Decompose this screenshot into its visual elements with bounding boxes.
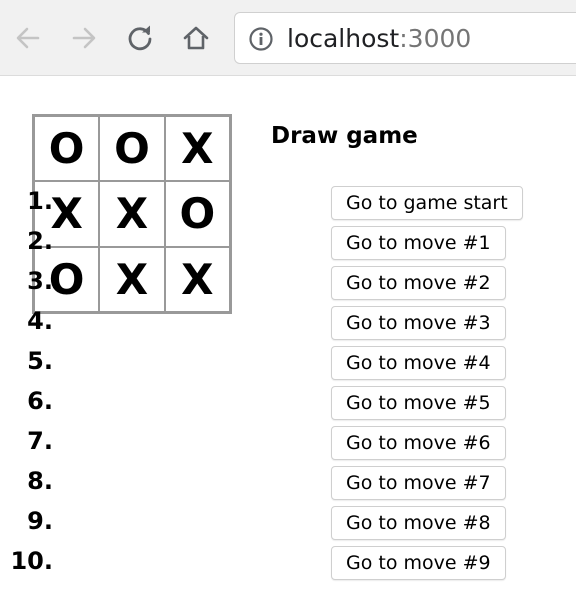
home-button[interactable] <box>176 18 216 58</box>
go-to-move-3-button[interactable]: Go to move #3 <box>331 306 506 340</box>
back-button[interactable] <box>8 18 48 58</box>
move-number: 5. <box>27 347 53 375</box>
move-number: 6. <box>27 387 53 415</box>
go-to-move-7-button[interactable]: Go to move #7 <box>331 466 506 500</box>
move-number: 2. <box>27 227 53 255</box>
board-square[interactable]: X <box>164 246 230 312</box>
home-icon <box>183 26 209 50</box>
board-square[interactable]: O <box>99 116 165 182</box>
browser-toolbar: localhost:3000 <box>0 0 576 76</box>
board-square[interactable]: O <box>34 116 100 182</box>
move-number: 8. <box>27 467 53 495</box>
go-to-move-6-button[interactable]: Go to move #6 <box>331 426 506 460</box>
board-square[interactable]: X <box>99 246 165 312</box>
address-url: localhost:3000 <box>287 24 471 54</box>
move-number: 1. <box>27 187 53 215</box>
move-number: 7. <box>27 427 53 455</box>
game-status: Draw game <box>271 123 418 149</box>
move-number: 3. <box>27 267 53 295</box>
address-host: localhost <box>287 24 400 53</box>
go-to-move-4-button[interactable]: Go to move #4 <box>331 346 506 380</box>
move-number: 9. <box>27 507 53 535</box>
move-number: 4. <box>27 307 53 335</box>
go-to-move-1-button[interactable]: Go to move #1 <box>331 226 506 260</box>
game-board: O O X X X O O X X <box>32 114 232 314</box>
go-to-move-5-button[interactable]: Go to move #5 <box>331 386 506 420</box>
reload-button[interactable] <box>120 18 160 58</box>
forward-arrow-icon <box>72 27 96 49</box>
board-square[interactable]: O <box>164 181 230 247</box>
back-arrow-icon <box>16 27 40 49</box>
board-square[interactable]: X <box>164 116 230 182</box>
go-to-game-start-button[interactable]: Go to game start <box>331 186 523 220</box>
address-port: :3000 <box>399 24 472 53</box>
info-icon[interactable] <box>248 26 274 52</box>
board-square[interactable]: X <box>99 181 165 247</box>
address-bar[interactable]: localhost:3000 <box>234 12 576 64</box>
go-to-move-2-button[interactable]: Go to move #2 <box>331 266 506 300</box>
go-to-move-8-button[interactable]: Go to move #8 <box>331 506 506 540</box>
forward-button[interactable] <box>64 18 104 58</box>
go-to-move-9-button[interactable]: Go to move #9 <box>331 546 506 580</box>
move-number: 10. <box>10 547 53 575</box>
reload-icon <box>128 25 152 51</box>
